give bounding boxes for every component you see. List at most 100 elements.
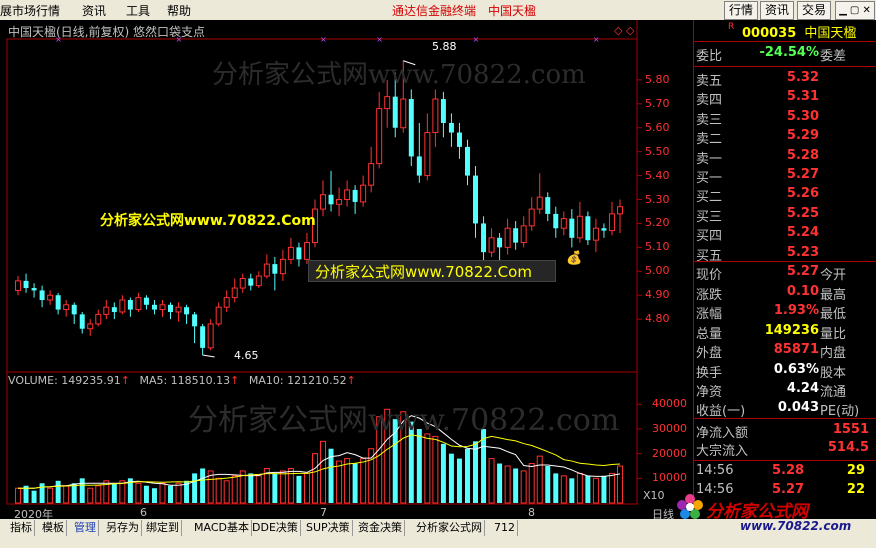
- quote-value: 5.32: [786, 70, 819, 85]
- quote-panel: R 000035 中国天楹 委比 -24.54% 委差 卖五 5.32 卖四 5.31…: [693, 20, 876, 506]
- tab-2[interactable]: 管理: [72, 520, 99, 536]
- chart-header: 中国天楹(日线,前复权) 悠然口袋支点: [8, 25, 205, 39]
- quote-value: 5.27: [786, 264, 819, 279]
- volume-bar: [616, 465, 623, 504]
- weibi-value: -24.54%: [759, 45, 819, 60]
- trade-button[interactable]: 交易: [797, 1, 831, 20]
- volume-bar: [464, 448, 470, 503]
- volume-bar: [200, 468, 206, 503]
- tab-0[interactable]: 指标: [8, 520, 35, 536]
- app-title: 通达信金融终端: [392, 4, 477, 18]
- candle-body: [119, 299, 126, 313]
- tab-7[interactable]: SUP决策: [304, 520, 353, 536]
- quote-row: 卖三 5.30: [694, 109, 876, 128]
- quote-value: 5.23: [786, 244, 819, 260]
- candle-body: [55, 295, 61, 310]
- candle-body: [192, 314, 198, 327]
- low-pointer: [202, 354, 215, 358]
- candle-body: [320, 194, 327, 210]
- candle-body: [184, 307, 190, 315]
- candle-body: [79, 314, 85, 329]
- candle-body: [392, 96, 398, 128]
- volume-bar: [192, 473, 198, 503]
- candle-body: [608, 213, 615, 232]
- ma5-value: MA5: 118510.13: [139, 374, 231, 387]
- volume-tick-label: 10000: [652, 471, 687, 485]
- news-button[interactable]: 资讯: [760, 1, 794, 20]
- quote-label: 买四: [696, 229, 723, 245]
- quote-row: 涨跌 0.10 最高: [694, 284, 876, 303]
- price-tick-label: 5.80: [645, 72, 670, 86]
- candle-body: [63, 304, 70, 311]
- candle-body: [215, 306, 222, 325]
- tab-8[interactable]: 资金决策: [356, 520, 405, 536]
- price-tick-label: 5.20: [645, 216, 670, 230]
- tab-5[interactable]: MACD基本: [192, 520, 252, 536]
- quote-label: 收益(一): [696, 404, 746, 419]
- menu-news[interactable]: 资讯: [82, 2, 106, 19]
- quote-label-right: 最高: [820, 287, 847, 303]
- volume-bar: [601, 475, 607, 503]
- quote-value: 0.10: [786, 283, 819, 299]
- candle-body: [592, 227, 599, 241]
- candle-body: [416, 156, 422, 176]
- stock-code: 000035: [742, 26, 797, 41]
- candle-body: [585, 216, 591, 241]
- volume-bar: [585, 475, 591, 503]
- candle-body: [248, 278, 254, 286]
- tab-10[interactable]: 712: [492, 520, 518, 536]
- kline-chart-area[interactable]: × × × × × × 中国天楹(日线,前复权) 悠然口袋支点 ◇ ◇ 分析家公式网www…: [0, 20, 693, 521]
- menu-market[interactable]: 展市场行情: [0, 2, 60, 19]
- candle-body: [528, 208, 535, 227]
- volume-bar: [352, 463, 358, 503]
- candle-body: [47, 294, 54, 301]
- volume-bar: [55, 480, 61, 503]
- weibi-row: 委比 -24.54% 委差: [696, 45, 847, 64]
- quote-row: 总量 149236 量比: [694, 323, 876, 342]
- chart-options-icon[interactable]: ◇ ◇: [614, 24, 634, 37]
- current-stock-title: 中国天楹: [488, 4, 537, 18]
- quote-row: 收益(一) 0.043 PE(动): [694, 400, 876, 419]
- bottom-toolbar: 指标 模板 管理 另存为 绑定到 MACD基本 DDE决策 SUP决策 资金决策 分析家公式网 71…: [0, 494, 876, 548]
- quote-label: 卖二: [696, 132, 723, 148]
- volume-bar: [360, 458, 367, 504]
- candle-body: [287, 246, 294, 260]
- quote-label: 买二: [696, 190, 723, 206]
- tab-3[interactable]: 另存为: [104, 520, 142, 536]
- candle-body: [576, 215, 583, 239]
- quote-row: 卖四 5.31: [694, 89, 876, 108]
- candle-body: [200, 326, 206, 348]
- signal-marker: ×: [320, 35, 327, 44]
- window-controls-icon[interactable]: ▁ ▢ ✕: [835, 1, 875, 20]
- quote-label: 总量: [696, 326, 723, 342]
- volume-bar: [255, 475, 262, 504]
- quote-label: 涨跌: [696, 287, 723, 303]
- candle-body: [223, 297, 230, 308]
- menu-help[interactable]: 帮助: [167, 2, 191, 19]
- menu-tools[interactable]: 工具: [126, 2, 150, 19]
- candle-body: [239, 277, 246, 289]
- volume-bar: [336, 460, 343, 504]
- candle-body: [488, 237, 495, 253]
- r-badge: R: [728, 22, 735, 32]
- quote-label-right: 内盘: [820, 346, 847, 361]
- tab-9[interactable]: 分析家公式网: [414, 520, 485, 536]
- quote-value: 5.27: [786, 167, 819, 182]
- quote-value: 5.24: [786, 225, 819, 241]
- quote-button[interactable]: 行情: [724, 1, 758, 20]
- tab-6[interactable]: DDE决策: [250, 520, 301, 536]
- watermark-box: 分析家公式网www.70822.Com: [308, 260, 556, 282]
- arrow-up-icon: ↑: [120, 374, 130, 387]
- volume-bar: [168, 485, 174, 503]
- quote-label: 买一: [696, 171, 723, 186]
- quote-row: 买三 5.25: [694, 206, 876, 225]
- high-price-label: 5.88: [432, 40, 457, 53]
- tick-price: 5.27: [772, 482, 805, 497]
- tab-4[interactable]: 绑定到: [144, 520, 182, 536]
- tab-1[interactable]: 模板: [40, 520, 67, 536]
- quote-row: 买二 5.26: [694, 186, 876, 205]
- quote-value: 4.24: [786, 381, 819, 396]
- flow-label: 净流入额: [696, 426, 749, 441]
- volume-bar: [87, 487, 94, 504]
- volume-bar: [488, 458, 495, 504]
